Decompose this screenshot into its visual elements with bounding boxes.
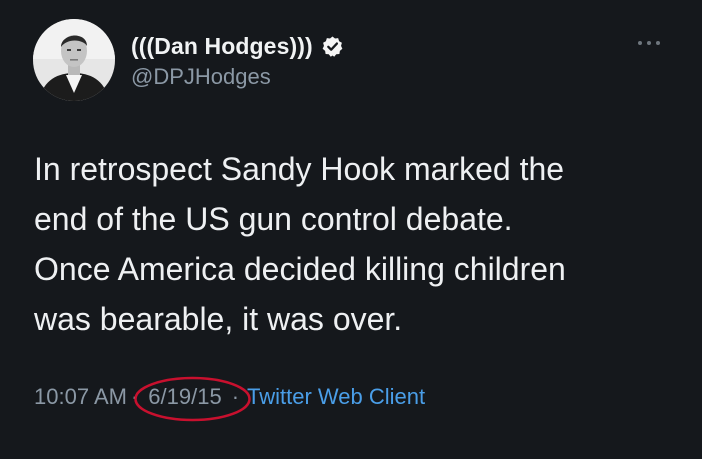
tweet-text: In retrospect Sandy Hook marked the end … [34,144,684,344]
tweet-time[interactable]: 10:07 AM [34,384,127,410]
tweet-text-line: end of the US gun control debate. [34,201,513,237]
verified-badge-icon [322,35,343,57]
tweet-metadata: 10:07 AM · 6/19/15 · Twitter Web Client [34,376,425,422]
author-name-row[interactable]: (((Dan Hodges))) [131,31,344,61]
tweet-source-link[interactable]: Twitter Web Client [243,384,425,410]
tweet-date[interactable]: 6/19/15 [134,376,252,422]
tweet-card: (((Dan Hodges))) @DPJHodges In retrospec… [0,0,702,459]
meta-separator: · [130,384,139,409]
avatar[interactable] [33,19,115,101]
meta-separator: · [231,384,240,409]
tweet-date-text: 6/19/15 [148,384,222,409]
profile-photo [33,19,115,101]
author-display-name[interactable]: (((Dan Hodges))) [131,33,313,60]
author-handle[interactable]: @DPJHodges [131,64,271,90]
tweet-text-line: In retrospect Sandy Hook marked the [34,151,565,187]
more-options-icon[interactable] [636,38,662,48]
tweet-text-line: Once America decided killing children [34,251,566,287]
tweet-text-line: was bearable, it was over. [34,301,403,337]
